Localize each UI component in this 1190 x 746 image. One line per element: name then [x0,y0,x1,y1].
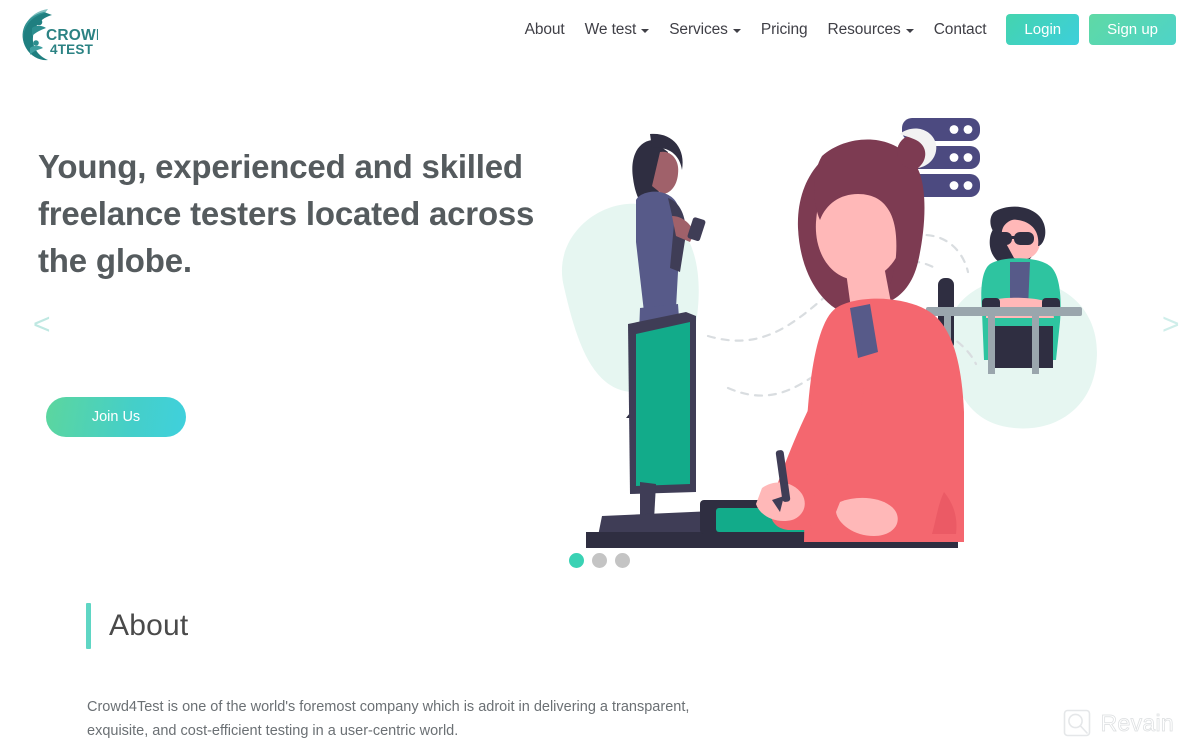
magnifier-icon [1063,709,1090,737]
about-title: About [109,609,189,642]
site-header: CROWD 4TEST About We test Services Prici… [0,0,1190,72]
nav-label: Contact [933,20,987,38]
nav-label: Resources [827,20,901,38]
signup-button[interactable]: Sign up [1089,14,1176,45]
carousel-dot-2[interactable] [592,553,607,568]
nav-item-about[interactable]: About [515,17,575,43]
nav-label: We test [584,20,637,38]
main-nav: About We test Services Pricing Resources… [515,14,1176,45]
carousel-prev-arrow[interactable]: < [33,310,51,340]
hero-illustration [540,112,1160,582]
nav-item-resources[interactable]: Resources [818,17,924,43]
chevron-down-icon [905,28,914,33]
revain-watermark: Revain [1062,708,1174,738]
hero-headline: Young, experienced and skilled freelance… [38,148,535,279]
logo-graphic: CROWD 4TEST [22,9,107,61]
carousel-dot-1[interactable] [569,553,584,568]
about-section: About Crowd4Test is one of the world's f… [0,592,1190,746]
carousel-next-arrow[interactable]: > [1162,310,1180,340]
nav-item-we-test[interactable]: We test [575,17,660,43]
section-accent-bar [86,603,91,649]
logo-wordmark-bottom: 4TEST [50,42,94,57]
join-us-button[interactable]: Join Us [46,397,186,437]
carousel-dot-3[interactable] [615,553,630,568]
landing-page: CROWD 4TEST About We test Services Prici… [0,0,1190,746]
nav-item-contact[interactable]: Contact [924,17,997,43]
chevron-down-icon [641,28,650,33]
hero-carousel: Young, experienced and skilled freelance… [0,72,1190,592]
about-heading-group: About [86,603,188,649]
about-paragraph: Crowd4Test is one of the world's foremos… [87,699,690,739]
watermark-label: Revain [1100,709,1174,736]
nav-item-services[interactable]: Services [659,17,751,43]
chevron-down-icon [732,28,741,33]
nav-label: About [524,20,565,38]
crowd4test-logo[interactable]: CROWD 4TEST [14,6,107,66]
nav-label: Pricing [760,20,808,38]
nav-label: Services [669,20,728,38]
login-button[interactable]: Login [1006,14,1080,45]
carousel-dots [569,553,630,568]
nav-item-pricing[interactable]: Pricing [751,17,818,43]
